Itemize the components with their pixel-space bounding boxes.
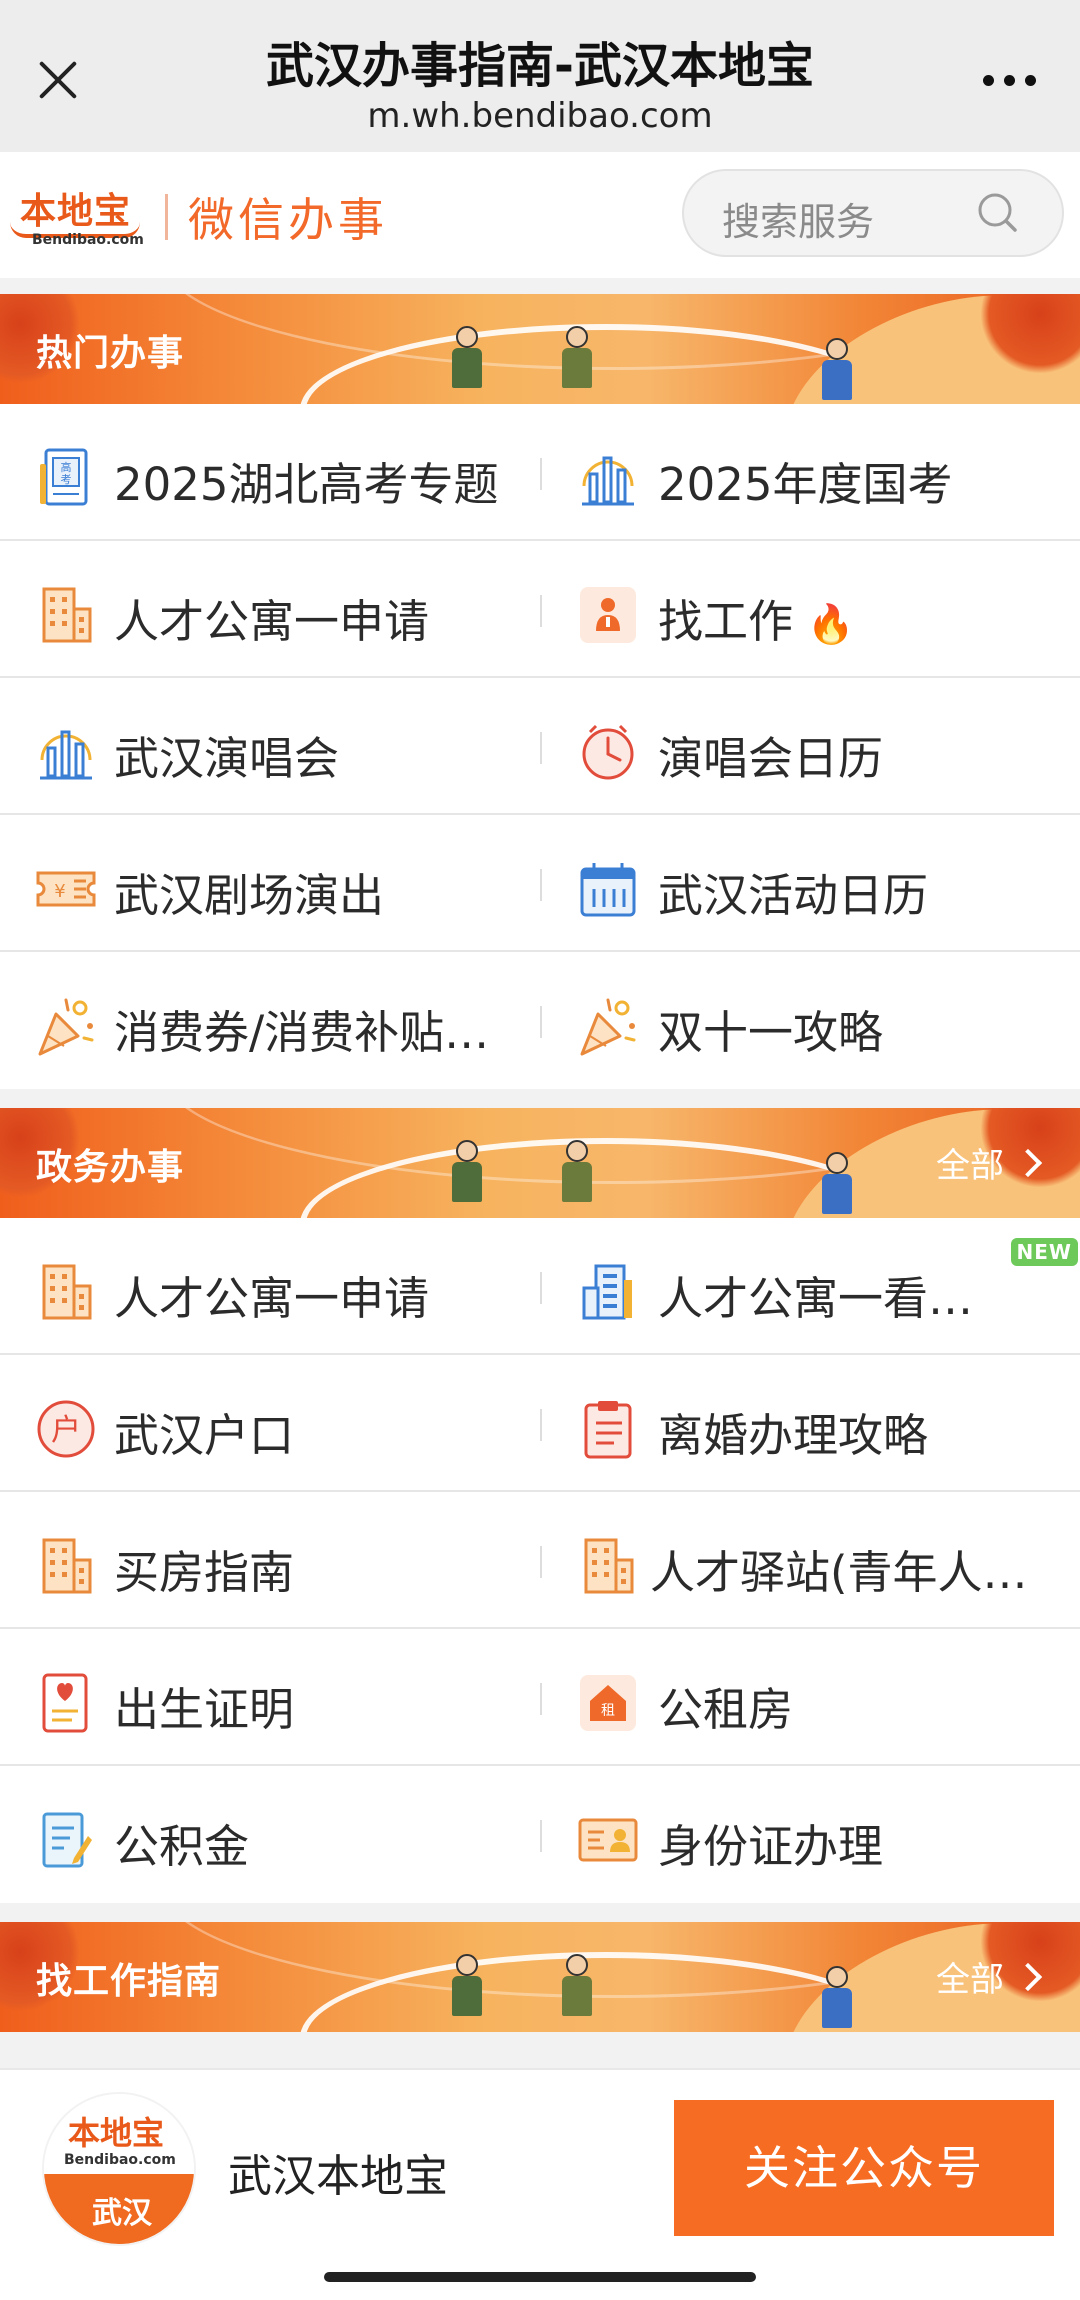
service-house-buying-guide[interactable]: 买房指南: [0, 1492, 540, 1627]
clipboard-icon: [576, 1397, 640, 1461]
follow-account-button[interactable]: 关注公众号: [674, 2100, 1054, 2236]
service-concert-calendar[interactable]: 演唱会日历: [540, 678, 1080, 813]
service-talent-station[interactable]: 人才驿站(青年人…: [540, 1492, 1080, 1627]
building-icon: [34, 1534, 98, 1598]
certificate-icon: [34, 1671, 98, 1735]
exam-icon: [34, 446, 98, 510]
gov-view-all-link[interactable]: 全部: [936, 1138, 1043, 1187]
wuhan-bendibao-avatar: 本地宝 Bendibao.com 武汉: [42, 2092, 196, 2246]
document-edit-icon: [34, 1808, 98, 1872]
service-hubei-gaokao[interactable]: 2025湖北高考专题: [0, 404, 540, 539]
rent-house-icon: [576, 1671, 640, 1735]
new-badge: NEW: [1010, 1238, 1078, 1266]
clock-icon: [576, 720, 640, 784]
service-consumer-vouchers[interactable]: 消费券/消费补贴…: [0, 952, 540, 1089]
bar-chart-icon: [576, 446, 640, 510]
service-wuhan-hukou[interactable]: 武汉户口: [0, 1355, 540, 1490]
title-bar: 武汉办事指南-武汉本地宝 m.wh.bendibao.com: [0, 0, 1080, 152]
service-public-rental-housing[interactable]: 公租房: [540, 1629, 1080, 1764]
section-banner-jobs: 找工作指南 全部: [0, 1922, 1080, 2032]
close-icon[interactable]: [28, 50, 88, 110]
service-double-eleven[interactable]: 双十一攻略: [540, 952, 1080, 1089]
fire-icon: 🔥: [807, 602, 855, 646]
service-guokao[interactable]: 2025年度国考: [540, 404, 1080, 539]
office-building-icon: [576, 1260, 640, 1324]
jobs-view-all-link[interactable]: 全部: [936, 1952, 1043, 2001]
bendibao-logo[interactable]: 本地宝 Bendibao.com: [10, 182, 145, 252]
follow-bar: 本地宝 Bendibao.com 武汉 武汉本地宝 关注公众号: [0, 2068, 1080, 2300]
party-popper-icon: [576, 994, 640, 1058]
building-icon: [34, 583, 98, 647]
section-title-hot: 热门办事: [36, 333, 185, 374]
chevron-right-icon: [1013, 1962, 1043, 1991]
service-wuhan-concerts[interactable]: 武汉演唱会: [0, 678, 540, 813]
service-talent-apartment-apply[interactable]: 人才公寓一申请: [0, 1218, 540, 1353]
service-theater-shows[interactable]: 武汉剧场演出: [0, 815, 540, 950]
party-popper-icon: [34, 994, 98, 1058]
gov-services-grid: 人才公寓一申请 人才公寓一看… NEW 武汉户口 离婚办理攻略 买房指南 人才驿站…: [0, 1218, 1080, 1903]
site-header: 本地宝 Bendibao.com 微信办事 搜索服务: [0, 152, 1080, 278]
service-birth-certificate[interactable]: 出生证明: [0, 1629, 540, 1764]
section-banner-hot: 热门办事: [0, 294, 1080, 404]
service-talent-apartment-view[interactable]: 人才公寓一看… NEW: [540, 1218, 1080, 1353]
building-icon: [576, 1534, 640, 1598]
chevron-right-icon: [1013, 1148, 1043, 1177]
service-divorce-guide[interactable]: 离婚办理攻略: [540, 1355, 1080, 1490]
home-indicator[interactable]: [324, 2272, 756, 2282]
section-title-jobs: 找工作指南: [36, 1961, 222, 2002]
window-url: m.wh.bendibao.com: [367, 96, 713, 136]
more-options-icon[interactable]: [974, 60, 1044, 100]
bar-chart-icon: [34, 720, 98, 784]
service-find-job[interactable]: 找工作 🔥: [540, 541, 1080, 676]
search-placeholder: 搜索服务: [722, 200, 875, 244]
building-icon: [34, 1260, 98, 1324]
header-name: 微信办事: [188, 193, 388, 247]
search-input[interactable]: 搜索服务: [682, 169, 1064, 257]
window-title: 武汉办事指南-武汉本地宝: [266, 38, 814, 94]
person-badge-icon: [576, 583, 640, 647]
header-divider: [165, 194, 168, 240]
account-name: 武汉本地宝: [228, 2151, 448, 2202]
id-card-icon: [576, 1808, 640, 1872]
ticket-icon: [34, 857, 98, 921]
section-banner-gov: 政务办事 全部: [0, 1108, 1080, 1218]
hot-services-grid: 2025湖北高考专题 2025年度国考 人才公寓一申请 找工作 🔥 武汉演唱会 演…: [0, 404, 1080, 1089]
service-activity-calendar[interactable]: 武汉活动日历: [540, 815, 1080, 950]
service-id-card[interactable]: 身份证办理: [540, 1766, 1080, 1903]
hukou-icon: [34, 1397, 98, 1461]
calendar-icon: [576, 857, 640, 921]
service-talent-apartment-apply[interactable]: 人才公寓一申请: [0, 541, 540, 676]
section-title-gov: 政务办事: [36, 1147, 185, 1188]
search-icon[interactable]: [976, 191, 1018, 233]
service-housing-fund[interactable]: 公积金: [0, 1766, 540, 1903]
